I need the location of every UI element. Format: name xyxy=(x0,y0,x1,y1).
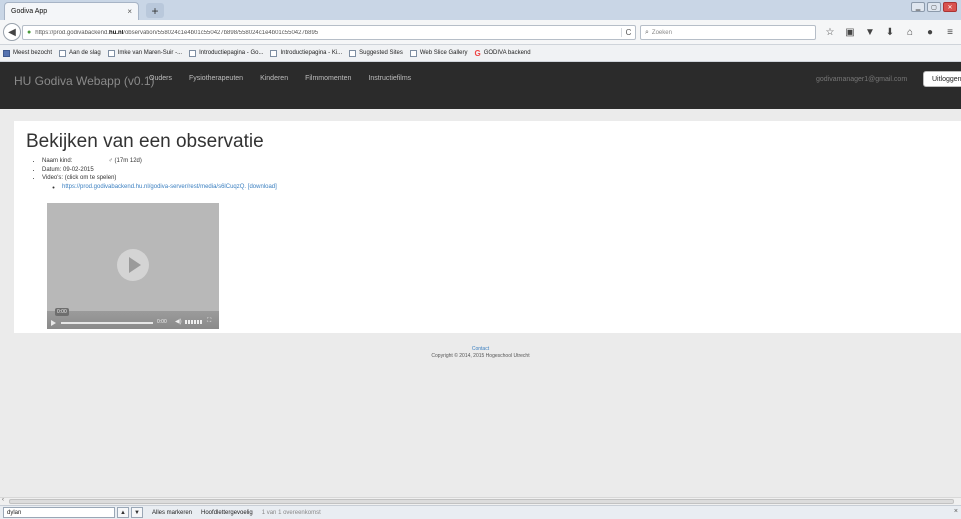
page-viewport: HU Godiva Webapp (v0.1) Ouders Fysiother… xyxy=(0,62,961,497)
page-icon xyxy=(349,49,357,57)
user-email: godivamanager1@gmail.com xyxy=(816,76,908,83)
video-player[interactable]: 0:00 0:00 ◀) ⛶ xyxy=(47,203,219,329)
download-icon[interactable]: ⬇ xyxy=(880,25,900,40)
match-case-button[interactable]: Hoofdlettergevoelig xyxy=(201,510,253,516)
search-box[interactable]: ⌕ Zoeken xyxy=(640,25,816,40)
find-input[interactable]: dylan xyxy=(3,507,115,518)
child-value: ♂ (17m 12d) xyxy=(108,158,142,164)
page-icon xyxy=(409,49,417,57)
player-controls: 0:00 0:00 ◀) ⛶ xyxy=(47,308,219,329)
child-row: Naam kind:♂ (17m 12d) xyxy=(42,157,277,166)
bookmark-suggested-sites[interactable]: Suggested Sites xyxy=(349,49,403,57)
observation-card: Bekijken van een observatie Naam kind:♂ … xyxy=(14,121,961,333)
nav-instructiefilms[interactable]: Instructiefilms xyxy=(368,75,411,82)
page-title: Bekijken van een observatie xyxy=(26,131,264,152)
volume-slider[interactable] xyxy=(185,320,203,324)
tab-strip: Godiva App × + ▁ ▢ ✕ xyxy=(0,0,961,20)
chat-icon[interactable]: ● xyxy=(920,25,940,40)
close-window-icon[interactable]: ✕ xyxy=(943,2,957,12)
browser-navbar: ◀ ● https://prod.godivabackend.hu.nl/obs… xyxy=(0,20,961,45)
page-icon xyxy=(270,49,278,57)
app-brand[interactable]: HU Godiva Webapp (v0.1) xyxy=(14,74,155,88)
new-tab-button[interactable]: + xyxy=(146,3,164,18)
download-link[interactable]: [download] xyxy=(248,184,277,190)
video-list: https://prod.godivabackend.hu.nl/godiva-… xyxy=(58,183,277,192)
video-link[interactable]: https://prod.godivabackend.hu.nl/godiva-… xyxy=(62,184,246,190)
star-icon[interactable]: ☆ xyxy=(820,25,840,40)
player-time: 0:00 xyxy=(157,319,167,325)
bookmark-folder-icon xyxy=(3,49,10,57)
scroll-left-icon[interactable]: ‹ xyxy=(2,497,4,503)
observation-details: Naam kind:♂ (17m 12d) Datum: 09-02-2015 … xyxy=(38,157,277,191)
contact-link[interactable]: Contact xyxy=(0,346,961,353)
highlight-all-button[interactable]: Alles markeren xyxy=(152,510,192,516)
bookmark-godiva-backend[interactable]: G GODIVA backend xyxy=(474,49,530,58)
search-placeholder: Zoeken xyxy=(651,29,672,36)
page-footer: Contact Copyright © 2014, 2015 Hogeschoo… xyxy=(0,346,961,360)
nav-kinderen[interactable]: Kinderen xyxy=(260,75,288,82)
nav-filmmomenten[interactable]: Filmmomenten xyxy=(305,75,351,82)
app-navbar: HU Godiva Webapp (v0.1) Ouders Fysiother… xyxy=(0,62,961,109)
bookmarks-bar: Meest bezocht Aan de slag Imke van Maren… xyxy=(0,45,961,62)
horizontal-scrollbar[interactable]: ‹ xyxy=(0,497,961,505)
page-icon xyxy=(59,49,67,57)
tab-godiva-app[interactable]: Godiva App × xyxy=(4,2,139,20)
reading-list-icon[interactable]: ▣ xyxy=(840,25,860,40)
date-value: 09-02-2015 xyxy=(63,166,94,173)
bookmark-introductiepagina-ki[interactable]: Introductiepagina - Ki... xyxy=(270,49,342,57)
nav-ouders[interactable]: Ouders xyxy=(149,75,172,82)
copyright: Copyright © 2014, 2015 Hogeschool Utrech… xyxy=(431,353,530,359)
menu-icon[interactable]: ≡ xyxy=(940,25,960,40)
find-previous-button[interactable]: ▲ xyxy=(117,507,129,518)
bookmark-imke[interactable]: Imke van Maren-Suir -... xyxy=(107,49,182,57)
bookmark-introductiepagina-go[interactable]: Introductiepagina - Go... xyxy=(189,49,263,57)
reload-icon[interactable]: C xyxy=(621,28,635,37)
nav-fysiotherapeuten[interactable]: Fysiotherapeuten xyxy=(189,75,243,82)
toolbar-icons: ☆ ▣ ▼ ⬇ ⌂ ● ≡ xyxy=(820,25,960,40)
scroll-thumb[interactable] xyxy=(9,499,954,504)
app-nav: Ouders Fysiotherapeuten Kinderen Filmmom… xyxy=(149,75,411,82)
maximize-icon[interactable]: ▢ xyxy=(927,2,941,12)
lock-icon: ● xyxy=(27,29,32,36)
find-next-button[interactable]: ▼ xyxy=(131,507,143,518)
back-button[interactable]: ◀ xyxy=(3,23,21,41)
find-status: 1 van 1 overeenkomst xyxy=(261,509,321,516)
search-icon: ⌕ xyxy=(645,28,649,36)
control-play-icon[interactable] xyxy=(51,320,56,326)
home-icon[interactable]: ⌂ xyxy=(900,25,920,40)
window-controls: ▁ ▢ ✕ xyxy=(911,2,957,12)
find-bar: dylan ▲ ▼ Alles markeren Hoofdlettergevo… xyxy=(0,505,961,519)
tab-close-icon[interactable]: × xyxy=(127,7,132,16)
find-close-icon[interactable]: × xyxy=(954,508,958,515)
bookmark-aan-de-slag[interactable]: Aan de slag xyxy=(59,49,101,57)
tab-title: Godiva App xyxy=(11,8,48,15)
address-bar[interactable]: ● https://prod.godivabackend.hu.nl/obser… xyxy=(22,25,636,40)
volume-icon[interactable]: ◀) xyxy=(175,318,182,325)
bookmark-web-slice-gallery[interactable]: Web Slice Gallery xyxy=(409,49,467,57)
url-text[interactable]: https://prod.godivabackend.hu.nl/observa… xyxy=(35,30,621,36)
page-icon xyxy=(189,49,197,57)
progress-bar[interactable] xyxy=(61,322,153,324)
video-item: https://prod.godivabackend.hu.nl/godiva-… xyxy=(62,183,277,192)
logout-button[interactable]: Uitloggen xyxy=(923,71,961,87)
videos-row: Video's: (click om te spelen) https://pr… xyxy=(42,174,277,191)
minimize-icon[interactable]: ▁ xyxy=(911,2,925,12)
bookmark-meest-bezocht[interactable]: Meest bezocht xyxy=(3,49,52,57)
google-icon: G xyxy=(474,48,481,58)
pocket-icon[interactable]: ▼ xyxy=(860,25,880,40)
date-row: Datum: 09-02-2015 xyxy=(42,166,277,175)
play-button[interactable] xyxy=(117,249,149,281)
play-icon xyxy=(129,257,141,273)
page-icon xyxy=(107,49,115,57)
fullscreen-icon[interactable]: ⛶ xyxy=(207,318,211,325)
time-tooltip: 0:00 xyxy=(55,308,69,316)
